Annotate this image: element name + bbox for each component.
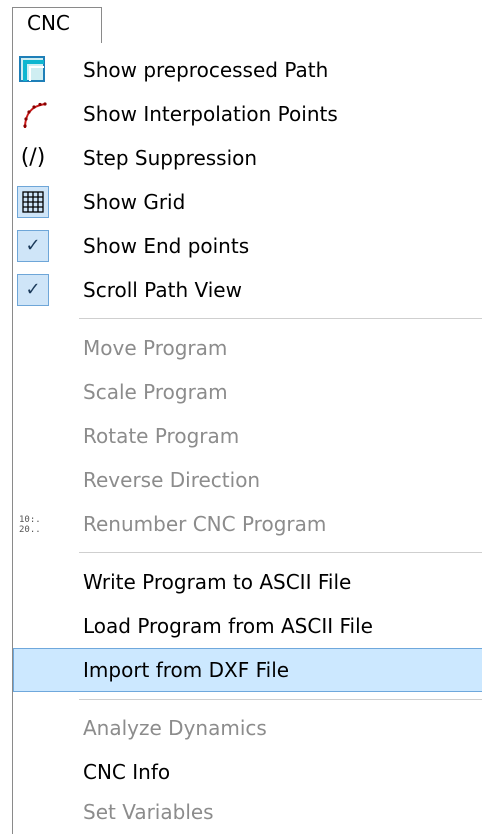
menu-item-label: Move Program — [83, 336, 228, 360]
cnc-dropdown-menu: Show preprocessed Path Show Interpolatio… — [12, 43, 482, 834]
checkmark-icon: ✓ — [17, 274, 49, 306]
menu-item-show-end-points[interactable]: ✓ Show End points — [13, 224, 482, 268]
menu-item-cnc-info[interactable]: CNC Info — [13, 750, 482, 794]
menu-item-scale-program[interactable]: Scale Program — [13, 370, 482, 414]
menu-item-label: Show preprocessed Path — [83, 58, 329, 82]
menu-item-set-variables[interactable]: Set Variables — [13, 790, 482, 834]
menu-item-label: Set Variables — [83, 800, 214, 824]
menu-separator — [79, 318, 482, 319]
menu-item-analyze-dynamics[interactable]: Analyze Dynamics — [13, 706, 482, 750]
menu-item-label: Rotate Program — [83, 424, 240, 448]
menu-item-reverse-direction[interactable]: Reverse Direction — [13, 458, 482, 502]
menu-separator — [79, 552, 482, 553]
menu-item-show-interpolation-points[interactable]: Show Interpolation Points — [13, 92, 482, 136]
step-suppression-icon: (/) — [20, 145, 46, 170]
menu-bar: CNC — [0, 0, 482, 44]
menu-item-write-program-ascii[interactable]: Write Program to ASCII File — [13, 560, 482, 604]
menu-item-label: Step Suppression — [83, 146, 258, 170]
menu-item-renumber-cnc-program[interactable]: 10:. 20.. Renumber CNC Program — [13, 502, 482, 546]
interpolation-points-icon — [17, 98, 49, 130]
menu-title-cnc[interactable]: CNC — [12, 7, 102, 44]
menu-item-label: Reverse Direction — [83, 468, 261, 492]
checkmark-icon: ✓ — [17, 230, 49, 262]
renumber-icon: 10:. 20.. — [19, 515, 41, 535]
menu-item-move-program[interactable]: Move Program — [13, 326, 482, 370]
menu-item-label: Load Program from ASCII File — [83, 614, 373, 638]
menu-item-import-dxf[interactable]: Import from DXF File — [13, 648, 482, 692]
menu-item-load-program-ascii[interactable]: Load Program from ASCII File — [13, 604, 482, 648]
preprocessed-path-icon — [17, 54, 49, 86]
menu-item-label: Scroll Path View — [83, 278, 242, 302]
menu-item-label: Analyze Dynamics — [83, 716, 267, 740]
grid-icon — [17, 186, 49, 218]
menu-item-label: Renumber CNC Program — [83, 512, 327, 536]
menu-item-show-grid[interactable]: Show Grid — [13, 180, 482, 224]
menu-item-step-suppression[interactable]: (/) Step Suppression — [13, 136, 482, 180]
menu-item-label: Show End points — [83, 234, 250, 258]
menu-item-label: CNC Info — [83, 760, 171, 784]
menu-item-scroll-path-view[interactable]: ✓ Scroll Path View — [13, 268, 482, 312]
menu-item-label: Scale Program — [83, 380, 228, 404]
menu-item-label: Show Interpolation Points — [83, 102, 338, 126]
menu-item-show-preprocessed-path[interactable]: Show preprocessed Path — [13, 48, 482, 92]
menu-item-label: Import from DXF File — [83, 658, 290, 682]
menu-item-rotate-program[interactable]: Rotate Program — [13, 414, 482, 458]
menu-separator — [79, 699, 482, 700]
menu-item-label: Show Grid — [83, 190, 186, 214]
menu-item-label: Write Program to ASCII File — [83, 570, 352, 594]
